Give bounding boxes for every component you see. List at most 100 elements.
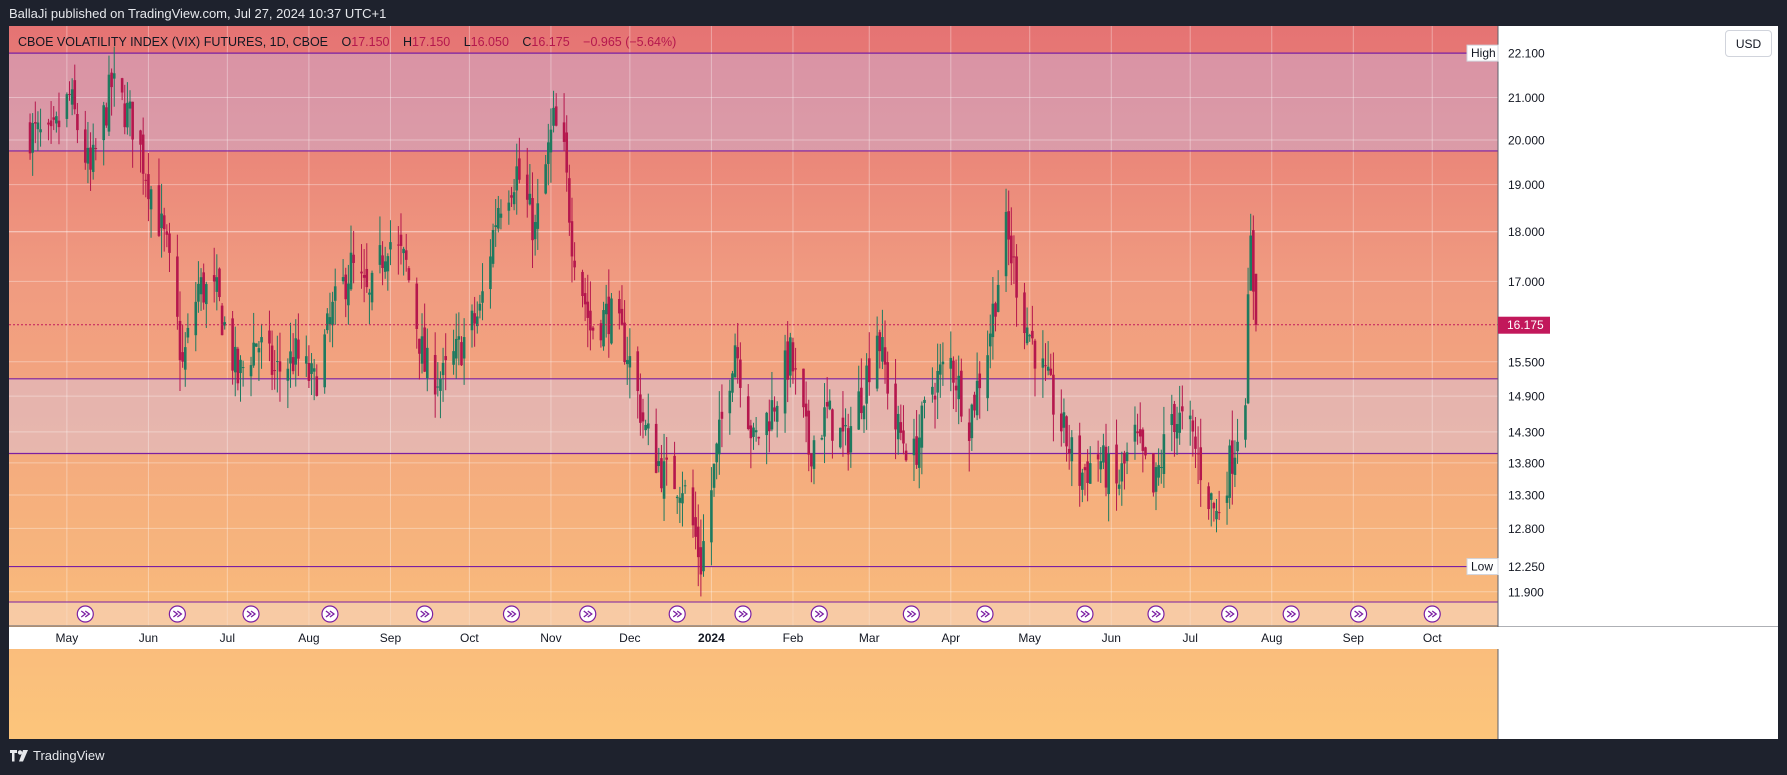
candle-body: [436, 386, 440, 388]
candle-body: [110, 72, 113, 88]
candle-body: [875, 335, 879, 389]
candle-body: [636, 351, 640, 392]
candle-body: [1138, 429, 1142, 437]
candle-body: [260, 337, 263, 343]
candle-body: [1049, 368, 1053, 375]
candle-body: [828, 400, 832, 410]
event-marker-icon[interactable]: [168, 605, 186, 623]
event-marker-icon[interactable]: [242, 605, 260, 623]
candle-body: [589, 310, 592, 331]
event-marker-icon[interactable]: [734, 605, 752, 623]
candle-body: [457, 336, 461, 340]
event-marker-icon[interactable]: [1349, 605, 1368, 623]
x-tick-label: Jun: [139, 631, 158, 645]
candle-body: [862, 406, 866, 420]
price-chart[interactable]: 11.900 12.800 13.300 13.800 14.300 14.900 15.5…: [9, 26, 1778, 739]
candle-body: [581, 271, 584, 297]
tradingview-logo[interactable]: TradingView: [10, 748, 105, 763]
candle-body: [1086, 461, 1089, 484]
candle-body: [454, 338, 458, 359]
candle-body: [746, 396, 750, 430]
event-marker-icon[interactable]: [1282, 605, 1300, 623]
candle-body: [368, 292, 371, 295]
candle-body: [536, 203, 540, 229]
candle-body: [931, 386, 934, 395]
candle-body: [425, 347, 429, 379]
candle-body: [1070, 437, 1074, 462]
x-tick-label: Sep: [380, 631, 402, 645]
low-label: L: [463, 35, 471, 49]
candle-body: [1078, 435, 1082, 486]
candle-body: [1228, 445, 1231, 498]
event-marker-icon[interactable]: [1076, 605, 1094, 623]
candle-body: [231, 318, 234, 371]
event-marker-icon[interactable]: [976, 605, 994, 623]
candle-body: [831, 409, 834, 441]
event-marker-icon[interactable]: [502, 605, 521, 623]
candle-body: [399, 234, 403, 246]
symbol-legend: CBOE VOLATILITY INDEX (VIX) FUTURES, 1D,…: [18, 35, 676, 49]
candle-body: [52, 117, 56, 120]
candle-body: [849, 426, 853, 453]
candle-body: [683, 485, 687, 487]
candle-body: [915, 436, 918, 465]
event-marker-icon[interactable]: [902, 605, 920, 623]
candle-body: [994, 303, 997, 317]
event-marker-icon[interactable]: [321, 605, 339, 623]
candle-body: [512, 192, 516, 205]
event-marker-icon[interactable]: [1147, 605, 1165, 623]
candle-body: [938, 364, 942, 375]
symbol-name[interactable]: CBOE VOLATILITY INDEX (VIX) FUTURES, 1D,…: [18, 35, 328, 49]
candle-body: [1236, 441, 1239, 452]
candle-body: [39, 129, 42, 133]
candle-body: [657, 461, 661, 467]
candle-body: [844, 425, 847, 427]
candle-body: [786, 341, 789, 380]
candle-body: [70, 89, 74, 105]
x-tick-label: Jun: [1102, 631, 1121, 645]
y-tick-label: 14.900: [1508, 390, 1545, 404]
candle-body: [1162, 434, 1166, 474]
candle-body: [128, 101, 132, 109]
candle-body: [1102, 445, 1105, 463]
candle-body: [444, 356, 448, 361]
candle-body: [894, 383, 897, 430]
event-marker-icon[interactable]: [810, 605, 828, 623]
event-marker-icon[interactable]: [1423, 605, 1441, 623]
candle-body: [970, 404, 974, 439]
candle-body: [252, 342, 255, 366]
currency-button[interactable]: USD: [1725, 30, 1772, 57]
candle-body: [896, 413, 900, 440]
tradingview-brand: TradingView: [33, 748, 105, 763]
candle-body: [294, 338, 298, 365]
candle-body: [1107, 453, 1110, 495]
event-marker-icon[interactable]: [76, 605, 94, 623]
candle-body: [881, 337, 884, 362]
candle-body: [996, 284, 1000, 312]
event-marker-icon[interactable]: [416, 605, 434, 623]
candle-body: [157, 185, 161, 236]
candle-body: [665, 457, 668, 460]
x-tick-label: May: [56, 631, 79, 645]
low-value: 16.050: [470, 35, 509, 49]
candle-body: [1052, 374, 1055, 415]
candle-body: [415, 283, 419, 329]
event-marker-icon[interactable]: [668, 605, 686, 623]
candle-body: [562, 122, 566, 142]
candle-body: [370, 272, 374, 303]
candle-body: [525, 174, 529, 200]
x-tick-label: 2024: [698, 631, 725, 645]
candle-body: [978, 373, 982, 389]
candle-body: [1173, 403, 1176, 433]
event-marker-icon[interactable]: [579, 605, 597, 623]
candle-body: [315, 376, 319, 396]
candle-body: [197, 283, 200, 302]
candle-body: [917, 437, 921, 468]
candle-body: [1010, 235, 1013, 264]
chart-frame: 11.900 12.800 13.300 13.800 14.300 14.900 15.5…: [9, 26, 1778, 739]
candle-body: [839, 427, 842, 448]
event-marker-icon[interactable]: [1221, 605, 1239, 623]
y-tick-label: 18.000: [1508, 225, 1545, 239]
candle-body: [936, 370, 939, 393]
candle-body: [878, 332, 882, 352]
